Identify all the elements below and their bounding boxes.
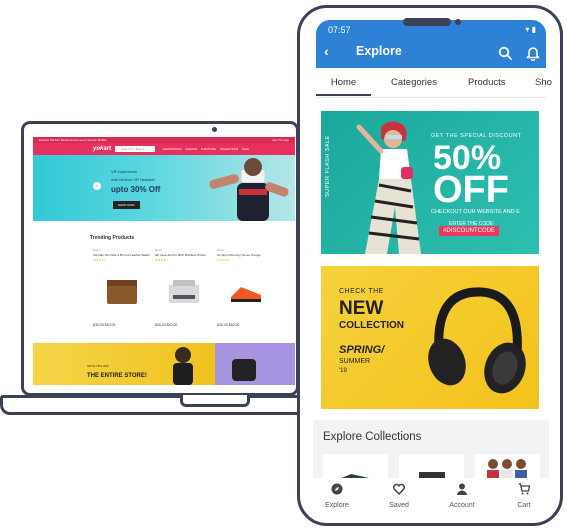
promo-line2: THE ENTIRE STORE! xyxy=(87,373,147,379)
nav-account[interactable]: Account xyxy=(442,482,482,509)
collection-check-text: CHECK THE xyxy=(339,288,384,295)
collections-title: Explore Collections xyxy=(323,431,422,443)
vr-person-image xyxy=(209,158,289,221)
website-menu: ELECTRONICS FASHION FURNITURE COLLECTION… xyxy=(163,148,249,151)
chevron-right-icon[interactable]: › xyxy=(93,182,101,190)
nav-label: Cart xyxy=(517,502,531,509)
product-card[interactable]: Brand Air Sport Running Shoes Orange ★★★… xyxy=(217,249,274,333)
product-price: $30.00 $40.00 xyxy=(93,323,116,327)
menu-item[interactable]: FASHION xyxy=(185,148,196,151)
collection-summer-text: SUMMER xyxy=(339,358,371,365)
collection-banner[interactable]: CHECK THE NEW COLLECTION SPRING/ SUMMER … xyxy=(321,266,539,409)
website-logo[interactable]: yokart xyxy=(93,146,111,152)
phone-speaker xyxy=(403,18,451,26)
tab-bar: Home Categories Products Sho xyxy=(316,68,552,98)
hero-line1: VR experience xyxy=(111,169,138,174)
nav-saved[interactable]: Saved xyxy=(379,482,419,509)
page-title: Explore xyxy=(356,44,402,58)
phone-mockup: 07:57 ▾ ▮ ‹ Explore Home Categories Prod… xyxy=(297,5,563,526)
product-card[interactable]: Brand HP LaserJet Pro MFP M126nw Printer… xyxy=(155,249,212,333)
laptop-base xyxy=(0,395,310,415)
search-icon[interactable] xyxy=(498,46,512,60)
collection-year-text: '19 xyxy=(339,368,347,374)
product-price: $30.00 $40.00 xyxy=(217,323,240,327)
promo-purple-panel xyxy=(215,343,295,385)
hero-line2: with Nexbro VR Headset xyxy=(111,177,155,182)
printer-image xyxy=(169,280,199,303)
collection-new-text: NEW xyxy=(339,298,384,319)
signal-battery-icon: ▾ ▮ xyxy=(525,25,536,34)
website-search-input[interactable]: Search for Brand xyxy=(115,146,156,152)
product-brand: Brand xyxy=(93,249,100,252)
discount-banner[interactable]: SUPER FLASH SALE GET THE SPECIAL DISCOUN… xyxy=(321,111,539,254)
product-price: $30.00 $40.00 xyxy=(155,323,178,327)
collection-title-text: COLLECTION xyxy=(339,320,404,331)
mockup-stage: Explore Kitchen Mobile Ecommerce Source … xyxy=(0,0,567,528)
topbar-text: Explore Kitchen Mobile Ecommerce Source … xyxy=(39,138,107,142)
trending-products: Brand Via Mac Slim Men's Bi Fold Leather… xyxy=(93,249,274,333)
compass-icon xyxy=(331,483,343,495)
bottom-nav: Explore Saved Account Cart xyxy=(313,478,549,516)
tab-shop[interactable]: Sho xyxy=(535,77,552,88)
speaker-image xyxy=(232,359,256,381)
nav-explore[interactable]: Explore xyxy=(317,482,357,509)
product-brand: Brand xyxy=(217,249,224,252)
product-name: Via Mac Slim Men's Bi Fold Leather Walle… xyxy=(93,253,150,257)
collection-spring-text: SPRING/ xyxy=(339,344,385,356)
promo-line1: UPTO 75% OFF xyxy=(87,364,109,368)
menu-item[interactable]: COLLECTIONS xyxy=(220,148,238,151)
menu-item[interactable]: FURNITURE xyxy=(201,148,216,151)
status-time: 07:57 xyxy=(328,25,351,35)
website-hero-banner[interactable]: › VR experience with Nexbro VR Headset u… xyxy=(33,155,295,221)
tab-home[interactable]: Home xyxy=(316,77,371,96)
nav-label: Account xyxy=(449,502,475,509)
discount-off: OFF xyxy=(433,169,509,211)
tab-categories[interactable]: Categories xyxy=(391,77,437,88)
hero-line3: upto 30% Off xyxy=(111,185,161,194)
product-rating: ★★★★☆ xyxy=(217,258,231,262)
product-name: HP LaserJet Pro MFP M126nw Printer xyxy=(155,253,206,257)
user-icon xyxy=(457,483,467,495)
laptop-camera xyxy=(212,127,217,132)
back-arrow-icon[interactable]: ‹ xyxy=(324,43,329,59)
wallet-image xyxy=(107,280,137,304)
nav-label: Explore xyxy=(325,502,349,509)
flash-sale-label: SUPER FLASH SALE xyxy=(325,135,331,197)
menu-item[interactable]: SALE xyxy=(242,148,249,151)
product-rating: ★★★★☆ xyxy=(93,258,107,262)
product-name: Air Sport Running Shoes Orange xyxy=(217,253,261,257)
website-navbar: yokart Search for Brand ELECTRONICS FASH… xyxy=(33,143,295,155)
laptop-notch xyxy=(180,395,250,407)
discount-code-badge: #DISCOUNTCODE xyxy=(439,226,500,236)
nav-label: Saved xyxy=(389,502,409,509)
model-image xyxy=(356,121,421,254)
headphones-image xyxy=(428,287,526,394)
trending-title: Trending Products xyxy=(90,235,135,241)
website-promo-banner[interactable]: UPTO 75% OFF THE ENTIRE STORE! xyxy=(33,343,295,385)
heart-icon xyxy=(392,483,406,496)
product-brand: Brand xyxy=(155,249,162,252)
shoe-image xyxy=(231,287,261,302)
nav-cart[interactable]: Cart xyxy=(504,482,544,509)
topbar-app-link[interactable]: Get The App xyxy=(272,138,289,142)
bell-icon[interactable] xyxy=(526,45,540,61)
product-card[interactable]: Brand Via Mac Slim Men's Bi Fold Leather… xyxy=(93,249,150,333)
cart-icon xyxy=(518,483,531,495)
promo-person-image xyxy=(173,347,193,385)
hero-shop-button[interactable]: SHOP NOW xyxy=(113,201,140,209)
laptop-screen: Explore Kitchen Mobile Ecommerce Source … xyxy=(33,137,295,385)
discount-checkout-text: CHECKOUT OUR WEBSITE AND E xyxy=(431,209,520,215)
app-bar: ‹ Explore xyxy=(316,38,546,68)
menu-item[interactable]: ELECTRONICS xyxy=(163,148,181,151)
product-rating: ★★★★☆ xyxy=(155,258,169,262)
phone-front-camera xyxy=(455,19,461,25)
tab-products[interactable]: Products xyxy=(468,77,506,88)
promo-yellow-panel: UPTO 75% OFF THE ENTIRE STORE! xyxy=(33,343,215,385)
